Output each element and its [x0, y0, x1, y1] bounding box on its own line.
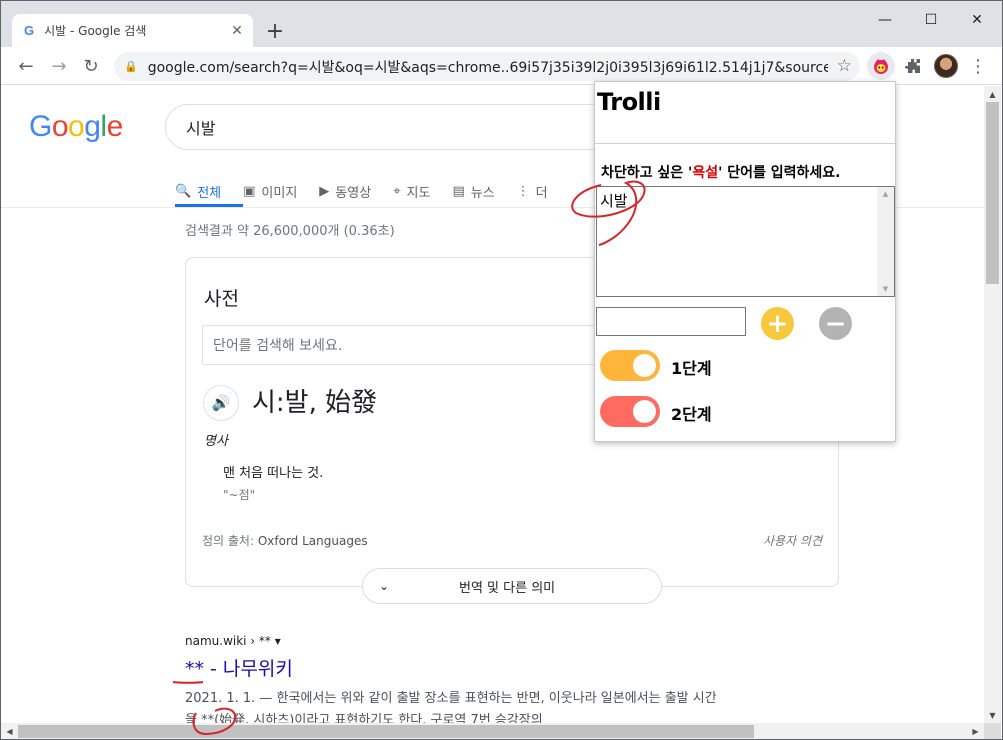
word-input[interactable]: [596, 307, 746, 336]
back-icon[interactable]: ←: [12, 52, 40, 80]
map-pin-icon: ⌖: [393, 183, 401, 199]
tab-all[interactable]: 🔍 전체: [175, 176, 221, 206]
trolli-extension-icon[interactable]: [867, 52, 895, 80]
scroll-down-icon[interactable]: ▼: [984, 707, 1001, 723]
level1-toggle[interactable]: [600, 350, 660, 381]
tab-label: 뉴스: [470, 185, 495, 201]
profile-avatar[interactable]: [934, 54, 958, 78]
dictionary-search-input[interactable]: 단어를 검색해 보세요.: [202, 325, 622, 365]
tab-images[interactable]: ▣ 이미지: [243, 176, 297, 206]
toggle-knob: [633, 354, 656, 377]
label-post: ' 단어를 입력하세요.: [718, 165, 841, 181]
minimize-button[interactable]: —: [862, 7, 908, 33]
translations-more-button[interactable]: ⌄ 번역 및 다른 의미: [362, 568, 662, 604]
tab-label: 이미지: [261, 185, 298, 201]
scroll-left-icon[interactable]: ◀: [1, 723, 18, 739]
scroll-up-icon[interactable]: ▲: [984, 86, 1001, 102]
forward-icon[interactable]: →: [45, 52, 73, 80]
tab-more[interactable]: ⋮ 더: [517, 176, 548, 206]
instruction-label: 차단하고 싶은 '욕설' 단어를 입력하세요.: [601, 162, 841, 182]
extensions-puzzle-icon[interactable]: [899, 52, 927, 80]
logo-letter: e: [106, 110, 124, 143]
url-text[interactable]: google.com/search?q=시발&oq=시발&aqs=chrome.…: [148, 57, 828, 77]
maximize-button[interactable]: ☐: [908, 7, 954, 33]
news-icon: ▤: [452, 183, 465, 199]
scroll-up-icon[interactable]: ▲: [877, 187, 894, 201]
tab-label: 동영상: [335, 185, 372, 201]
search-tabs: 🔍 전체 ▣ 이미지 ▶ 동영상 ⌖ 지도 ▤ 뉴스 ⋮ 더: [175, 176, 570, 206]
scroll-corner: [984, 723, 1001, 739]
add-word-button[interactable]: +: [761, 307, 794, 340]
chevron-down-icon: ⌄: [379, 579, 390, 593]
more-dots-icon: ⋮: [516, 183, 530, 199]
scroll-thumb[interactable]: [18, 725, 754, 738]
blocked-word: 시발: [600, 192, 628, 210]
result-cite[interactable]: namu.wiki › ** ▾: [185, 634, 281, 648]
result-title-link[interactable]: ** - 나무위키: [185, 654, 293, 681]
video-icon: ▶: [319, 183, 330, 199]
logo-letter: o: [51, 110, 69, 143]
remove-word-button[interactable]: −: [819, 307, 852, 340]
scroll-down-icon[interactable]: ▼: [877, 282, 894, 296]
popup-title: Trolli: [597, 88, 661, 116]
level1-label: 1단계: [671, 359, 712, 378]
result-snippet: 2021. 1. 1. — 한국에서는 위와 같이 출발 장소를 표현하는 반면…: [185, 691, 717, 706]
tab-news[interactable]: ▤ 뉴스: [452, 176, 494, 206]
scroll-thumb[interactable]: [986, 102, 999, 284]
speaker-icon[interactable]: 🔊: [203, 385, 239, 421]
label-highlight: 욕설: [692, 165, 719, 181]
vertical-scrollbar[interactable]: ▲ ▼: [984, 86, 1001, 723]
toggle-knob: [633, 400, 656, 423]
result-snippet: 을 **(始発, 시하츠)이라고 표현하기도 한다. 구로역 7번 승강장의: [185, 713, 543, 723]
search-query[interactable]: 시발: [186, 115, 215, 139]
search-icon: 🔍: [175, 183, 192, 199]
address-bar[interactable]: 🔒 google.com/search?q=시발&oq=시발&aqs=chrom…: [114, 52, 860, 81]
dictionary-title: 사전: [204, 288, 239, 310]
level2-toggle[interactable]: [600, 396, 660, 427]
feedback-link[interactable]: 사용자 의견: [763, 532, 822, 549]
source-prefix: 정의 출처:: [202, 534, 258, 548]
divider: [595, 143, 895, 144]
label-pre: 차단하고 싶은 ': [601, 165, 693, 181]
textarea-scrollbar[interactable]: ▲ ▼: [877, 187, 894, 296]
logo-letter: G: [29, 110, 52, 143]
reload-icon[interactable]: ↻: [77, 52, 105, 80]
tab-label: 전체: [197, 185, 222, 201]
more-label: 번역 및 다른 의미: [459, 580, 556, 596]
image-icon: ▣: [243, 183, 256, 199]
google-logo[interactable]: Google: [29, 110, 123, 144]
horizontal-scrollbar[interactable]: ◀ ▶: [1, 723, 984, 739]
tab-strip: G 시발 - Google 검색 ✕ + — ☐ ✕: [1, 1, 1002, 47]
tab-label: 지도: [406, 185, 431, 201]
close-window-button[interactable]: ✕: [954, 7, 1000, 33]
level2-label: 2단계: [671, 405, 712, 424]
google-favicon-icon: G: [24, 23, 35, 38]
tab-title: 시발 - Google 검색: [44, 24, 147, 38]
browser-tab[interactable]: G 시발 - Google 검색 ✕: [12, 14, 253, 47]
new-tab-button[interactable]: +: [263, 19, 287, 44]
trolli-popup: Trolli 차단하고 싶은 '욕설' 단어를 입력하세요. 시발 ▲ ▼ + …: [594, 81, 896, 442]
bookmark-star-icon[interactable]: ☆: [837, 56, 852, 76]
chrome-menu-icon[interactable]: ⋮: [964, 52, 992, 80]
result-stats: 검색결과 약 26,600,000개 (0.36초): [185, 224, 395, 239]
logo-letter: o: [68, 110, 85, 143]
logo-letter: g: [84, 110, 101, 143]
scroll-right-icon[interactable]: ▶: [967, 723, 984, 739]
source-link[interactable]: Oxford Languages: [258, 534, 368, 548]
blocked-words-textarea[interactable]: 시발 ▲ ▼: [596, 186, 895, 297]
lock-icon[interactable]: 🔒: [124, 60, 138, 73]
definition: 맨 처음 떠나는 것.: [223, 466, 324, 481]
browser-window: G 시발 - Google 검색 ✕ + — ☐ ✕ ← → ↻ 🔒 googl…: [0, 0, 1003, 740]
tab-videos[interactable]: ▶ 동영상: [319, 176, 371, 206]
browser-toolbar: ← → ↻ 🔒 google.com/search?q=시발&oq=시발&aqs…: [1, 47, 1002, 85]
example: "~점": [223, 488, 256, 502]
tab-close-icon[interactable]: ✕: [227, 21, 247, 41]
tab-maps[interactable]: ⌖ 지도: [393, 176, 430, 206]
source-attribution: 정의 출처: Oxford Languages: [202, 532, 368, 549]
dictionary-word: 시:발, 始發: [252, 388, 378, 418]
tab-label: 더: [535, 185, 548, 201]
part-of-speech: 명사: [204, 434, 228, 449]
